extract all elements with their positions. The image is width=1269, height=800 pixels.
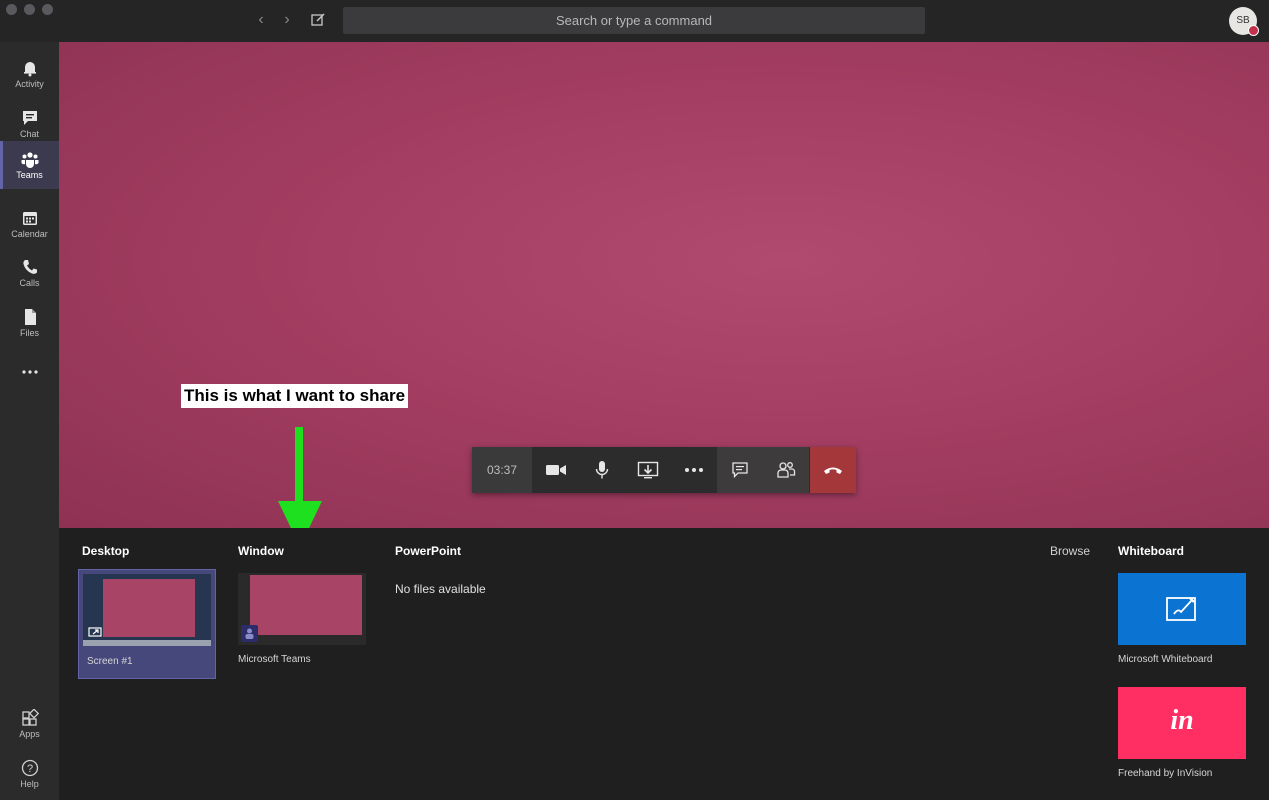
- participants-button[interactable]: [763, 447, 809, 493]
- invision-freehand-tile[interactable]: in: [1118, 687, 1246, 759]
- thumbnail-stage: [103, 579, 195, 637]
- whiteboard-label: Microsoft Whiteboard: [1118, 654, 1213, 665]
- whiteboard-icon: [1166, 597, 1196, 621]
- browse-link[interactable]: Browse: [1050, 544, 1090, 558]
- screen-share-option[interactable]: Screen #1: [78, 569, 216, 679]
- window-thumbnail-stage: [250, 575, 362, 635]
- camera-button[interactable]: [533, 447, 579, 493]
- close-window-button[interactable]: [6, 4, 17, 15]
- powerpoint-section-title: PowerPoint: [395, 544, 462, 558]
- rail-item-files[interactable]: Files: [0, 299, 59, 347]
- hang-up-button[interactable]: [810, 447, 856, 493]
- rail-item-help[interactable]: ? Help: [0, 750, 59, 798]
- rail-label: Teams: [16, 170, 43, 180]
- help-icon: ?: [21, 759, 39, 777]
- rail-label: Calls: [19, 278, 40, 288]
- screen-share-icon: [88, 626, 102, 644]
- ellipsis-icon: [685, 468, 703, 472]
- microphone-button[interactable]: [579, 447, 625, 493]
- annotation-label: This is what I want to share: [181, 384, 409, 408]
- share-tray-icon: [637, 461, 659, 479]
- invision-label: Freehand by InVision: [1118, 768, 1213, 779]
- rail-item-calendar[interactable]: Calendar: [0, 200, 59, 248]
- title-bar: ‹ › Search or type a command SB: [0, 0, 1269, 42]
- empty-state-text: No files available: [395, 582, 486, 596]
- rail-label: Apps: [19, 729, 40, 739]
- calendar-icon: [21, 209, 39, 227]
- svg-text:?: ?: [26, 763, 32, 775]
- window-share-option[interactable]: [238, 573, 366, 645]
- desktop-section-title: Desktop: [82, 544, 130, 558]
- screen-thumbnail: [83, 574, 211, 646]
- file-icon: [21, 308, 39, 326]
- hang-up-icon: [824, 467, 842, 474]
- maximize-window-button[interactable]: [42, 4, 53, 15]
- back-arrow-icon[interactable]: ‹: [252, 11, 270, 29]
- rail-label: Calendar: [11, 229, 48, 239]
- rail-label: Files: [19, 328, 39, 338]
- minimize-window-button[interactable]: [24, 4, 35, 15]
- rail-item-teams[interactable]: Teams: [0, 141, 59, 189]
- app-rail: Activity Chat Teams Calendar Calls Files: [0, 42, 59, 800]
- rail-item-apps[interactable]: Apps: [0, 700, 59, 748]
- conversation-button[interactable]: [717, 447, 763, 493]
- compose-icon[interactable]: [309, 11, 327, 29]
- invision-logo-icon: in: [1170, 705, 1194, 736]
- chat-icon: [21, 109, 39, 127]
- rail-label: Activity: [15, 79, 44, 89]
- status-badge: [1248, 25, 1259, 36]
- teams-app-icon: [241, 625, 258, 642]
- window-section-title: Window: [238, 544, 284, 558]
- ellipsis-icon: [21, 362, 39, 380]
- call-timer: 03:37: [472, 447, 532, 493]
- call-controls: 03:37: [472, 447, 856, 493]
- search-input[interactable]: Search or type a command: [343, 7, 925, 34]
- apps-icon: [21, 708, 39, 727]
- forward-arrow-icon[interactable]: ›: [278, 11, 296, 29]
- rail-label: Chat: [19, 129, 39, 139]
- teams-icon: [21, 150, 39, 168]
- microsoft-whiteboard-tile[interactable]: [1118, 573, 1246, 645]
- chat-icon: [732, 462, 748, 479]
- participants-icon: [777, 462, 796, 478]
- rail-item-activity[interactable]: Activity: [0, 50, 59, 98]
- bell-icon: [21, 59, 39, 77]
- thumbnail-dock: [83, 640, 211, 646]
- more-actions-button[interactable]: [671, 447, 717, 493]
- window-label: Microsoft Teams: [238, 654, 311, 665]
- rail-label: Help: [20, 779, 39, 789]
- screen-label: Screen #1: [87, 656, 133, 667]
- microphone-icon: [595, 461, 609, 479]
- share-screen-button[interactable]: [625, 447, 671, 493]
- phone-icon: [21, 258, 39, 276]
- whiteboard-section-title: Whiteboard: [1118, 544, 1184, 558]
- rail-item-calls[interactable]: Calls: [0, 249, 59, 297]
- camera-icon: [546, 465, 566, 475]
- more-apps-button[interactable]: [0, 348, 59, 396]
